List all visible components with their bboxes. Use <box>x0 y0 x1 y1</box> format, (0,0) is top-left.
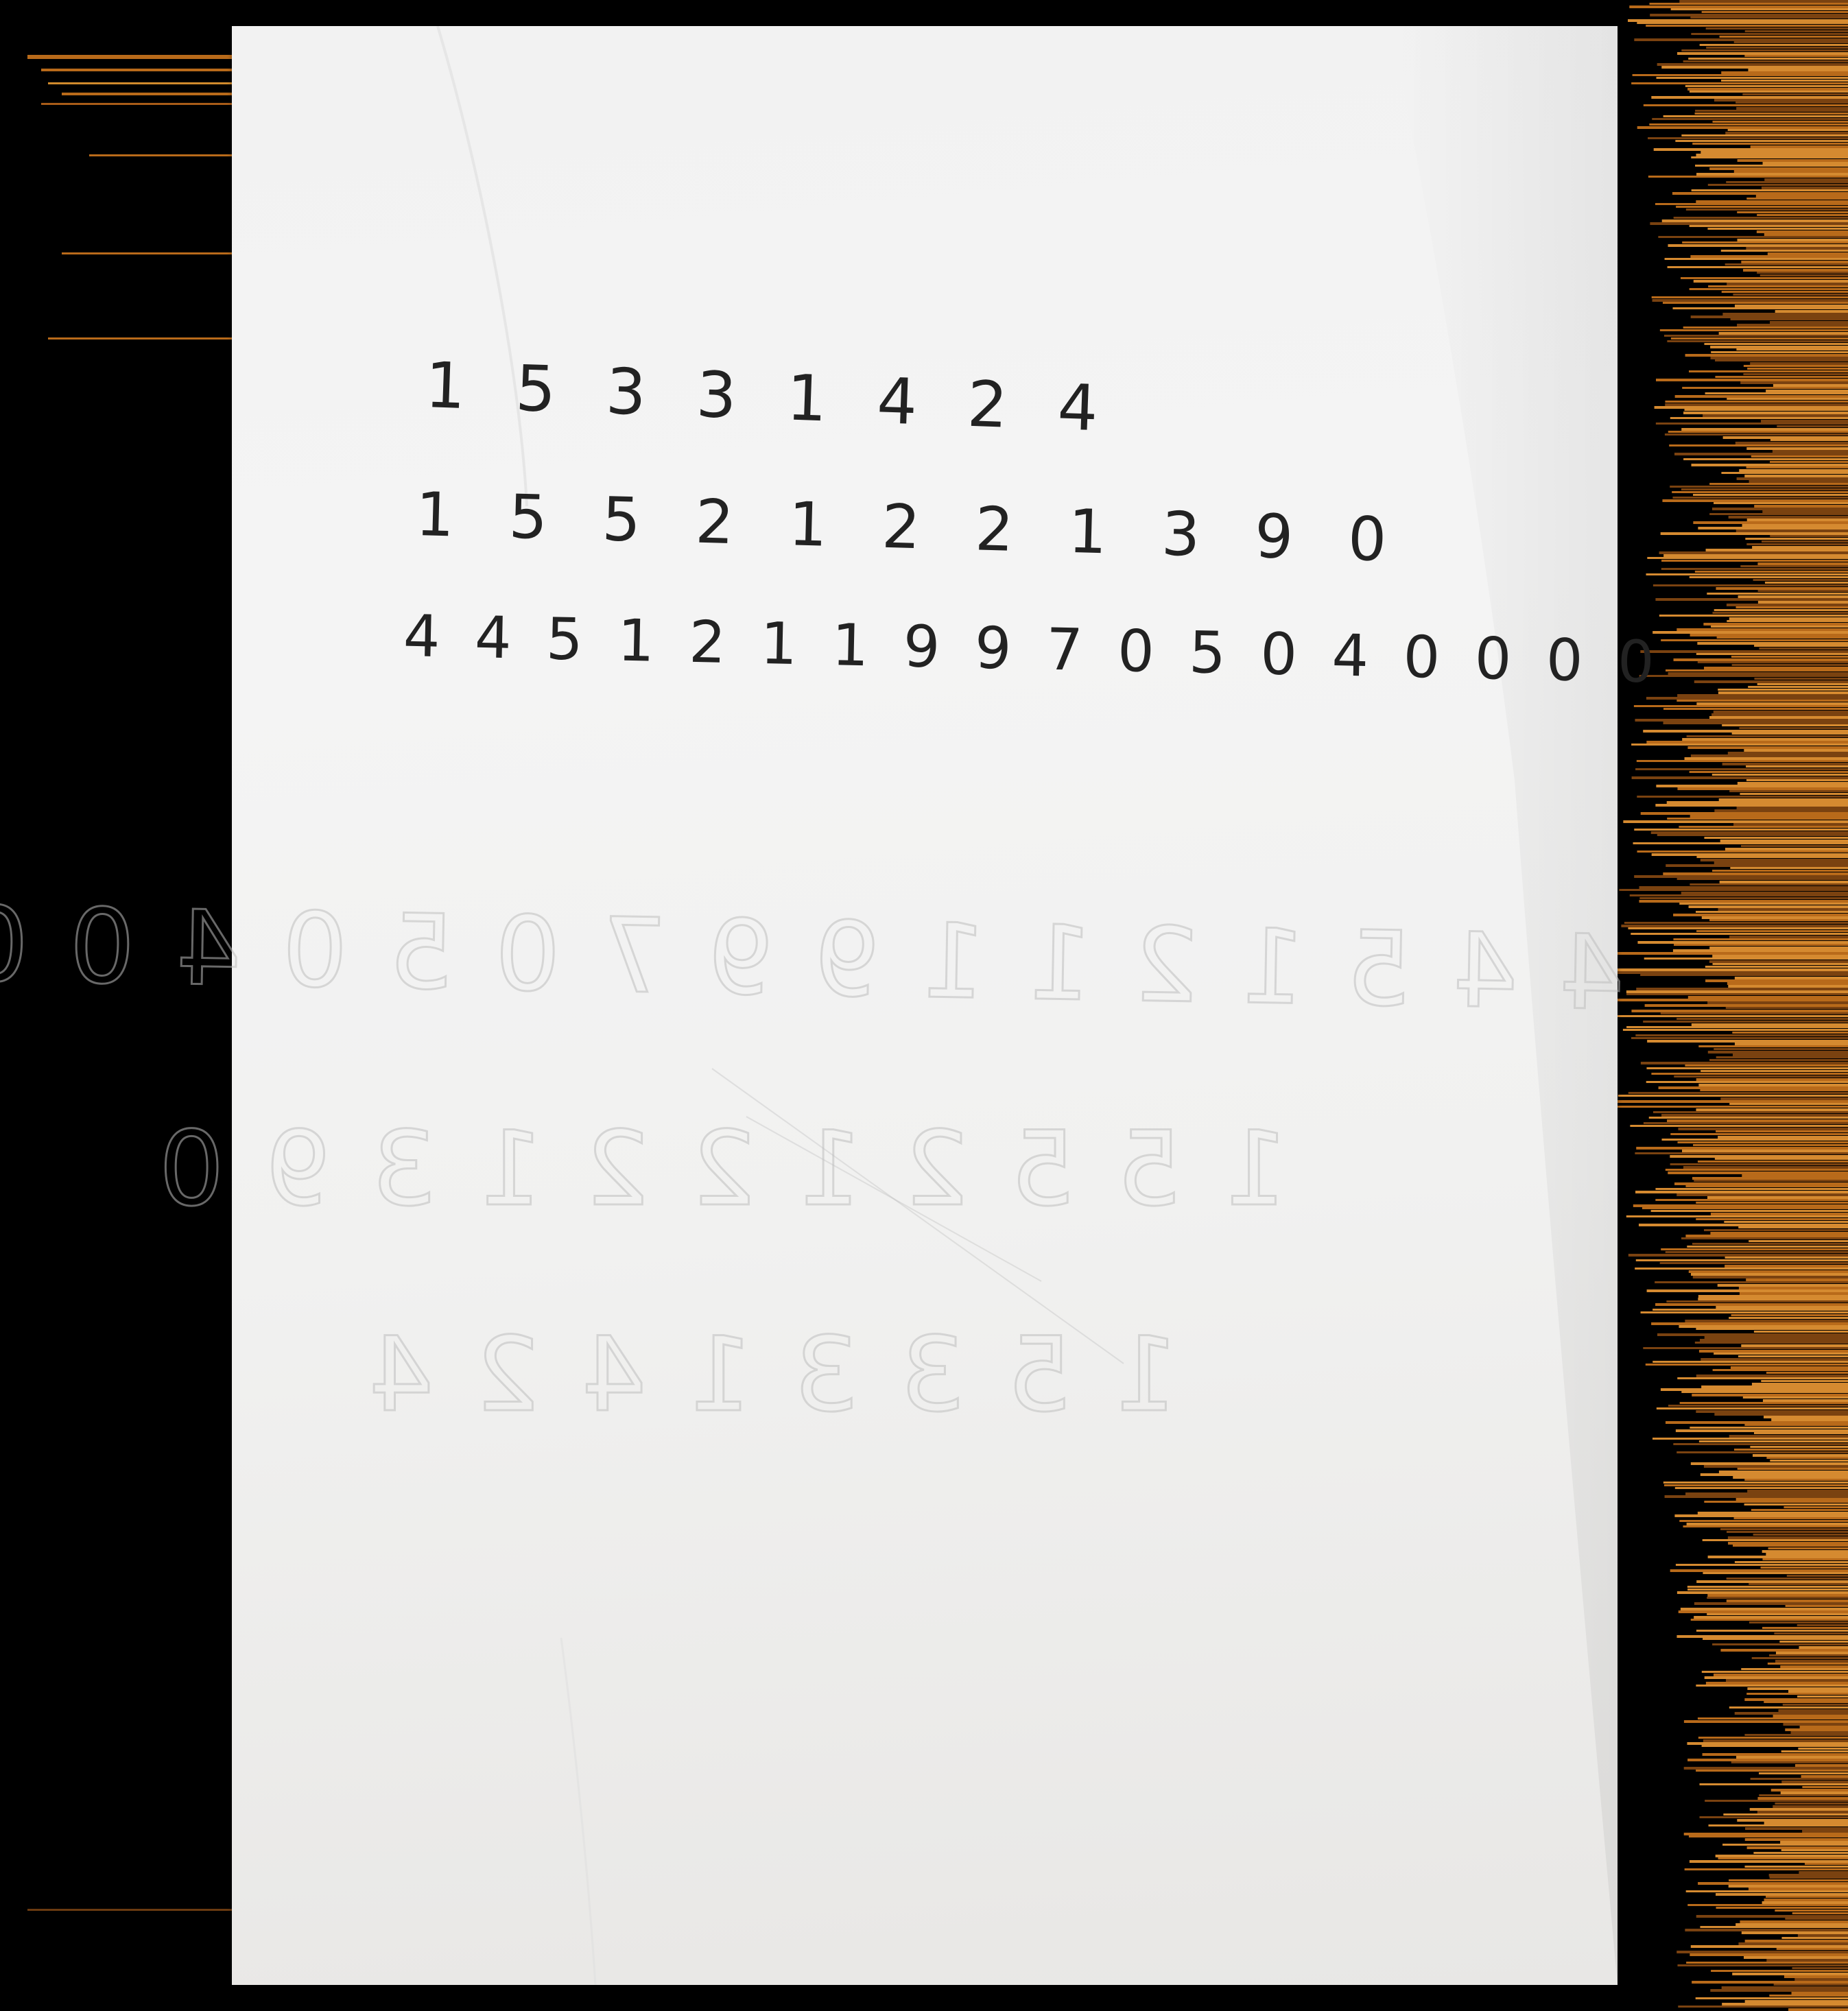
paper-sheet: 1 5 3 3 1 4 2 4 1 5 5 2 1 2 2 1 3 9 0 4 … <box>0 26 1663 1985</box>
indented-impression-row-3: 4 4 5 1 2 1 1 9 9 7 0 5 0 4 0 0 0 0 <box>0 881 1626 1035</box>
handwritten-row-2: 1 5 5 2 1 2 2 1 3 9 0 <box>414 479 1406 575</box>
indented-impression-row-2: 1 5 5 2 1 2 2 1 3 9 0 <box>154 1109 1290 1230</box>
handwritten-row-3: 4 4 5 1 2 1 1 9 9 7 0 5 0 4 0 0 0 0 <box>402 602 1663 696</box>
photo-scene: 1 5 3 3 1 4 2 4 1 5 5 2 1 2 2 1 3 9 0 4 … <box>0 0 1848 2011</box>
indented-impression-row-1: 1 5 3 3 1 4 2 4 <box>363 1315 1179 1436</box>
handwritten-row-1: 1 5 3 3 1 4 2 4 <box>424 348 1115 446</box>
right-edge-streaks <box>1615 0 1848 2011</box>
